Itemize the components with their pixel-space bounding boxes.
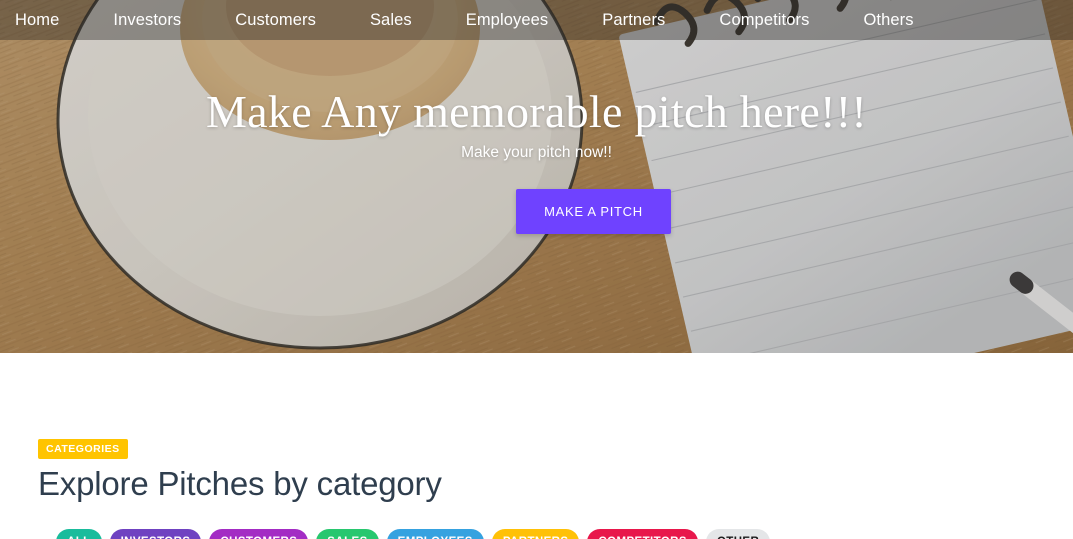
category-pill-all[interactable]: ALL (56, 529, 102, 539)
page-root: Make Any memorable pitch here!!! Make yo… (0, 0, 1073, 539)
categories-badge: CATEGORIES (38, 439, 128, 459)
nav-item-home[interactable]: Home (15, 0, 59, 40)
categories-heading: Explore Pitches by category (38, 465, 442, 502)
nav-item-sales[interactable]: Sales (370, 0, 412, 40)
category-filter-pills: ALL INVESTORS CUSTOMERS SALES EMPLOYEES PARTN… (56, 529, 771, 539)
nav-item-investors[interactable]: Investors (113, 0, 181, 40)
nav-item-customers[interactable]: Customers (235, 0, 316, 40)
category-pill-competitors[interactable]: COMPETITORS (587, 529, 698, 539)
categories-section: CATEGORIES Explore Pitches by category A… (0, 353, 1073, 539)
make-a-pitch-button[interactable]: MAKE A PITCH (516, 189, 671, 234)
hero-title: Make Any memorable pitch here!!! (205, 86, 867, 137)
nav-item-others[interactable]: Others (863, 0, 913, 40)
category-pill-other[interactable]: OTHER (705, 529, 771, 539)
top-navigation-bar: Home Investors Customers Sales Employees… (0, 0, 1073, 40)
hero-content: Make Any memorable pitch here!!! Make yo… (0, 0, 1073, 353)
category-pill-investors[interactable]: INVESTORS (109, 529, 202, 539)
nav-item-partners[interactable]: Partners (602, 0, 665, 40)
hero-subtitle: Make your pitch now!! (461, 144, 612, 161)
category-pill-sales[interactable]: SALES (316, 529, 379, 539)
nav-item-competitors[interactable]: Competitors (719, 0, 809, 40)
category-pill-customers[interactable]: CUSTOMERS (209, 529, 309, 539)
category-pill-partners[interactable]: PARTNERS (491, 529, 580, 539)
nav-item-employees[interactable]: Employees (466, 0, 549, 40)
category-pill-employees[interactable]: EMPLOYEES (386, 529, 484, 539)
hero-section: Make Any memorable pitch here!!! Make yo… (0, 0, 1073, 353)
